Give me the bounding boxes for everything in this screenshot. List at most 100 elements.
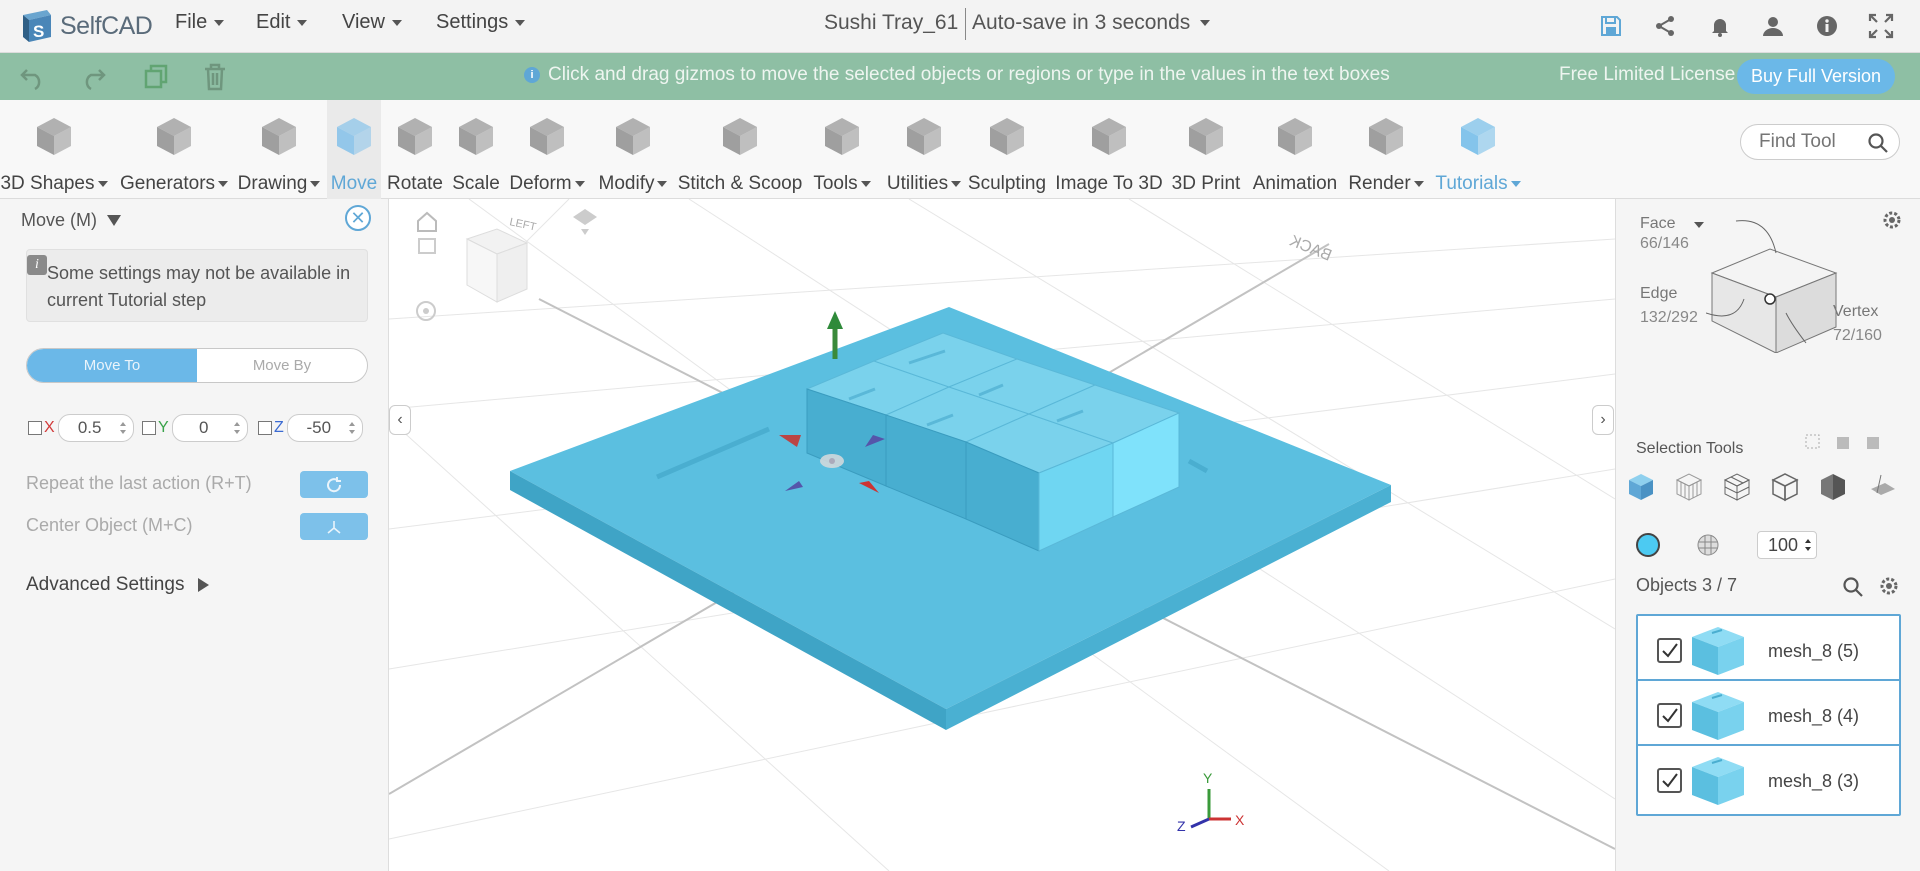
- tool-rotate[interactable]: Rotate: [385, 100, 445, 199]
- object-list-item[interactable]: mesh_8 (5): [1636, 614, 1901, 686]
- triangle-right-icon: [198, 578, 210, 592]
- texture-icon[interactable]: [1696, 533, 1720, 562]
- tool-label: Scale: [452, 173, 500, 194]
- user-icon[interactable]: [1759, 12, 1787, 40]
- menu-edit[interactable]: Edit: [256, 11, 308, 34]
- object-list-item[interactable]: mesh_8 (3): [1636, 744, 1901, 816]
- collapse-right-panel-button[interactable]: ›: [1592, 405, 1614, 435]
- tool-3d-shapes[interactable]: 3D Shapes: [0, 100, 108, 199]
- object-visibility-checkbox[interactable]: [1657, 768, 1682, 793]
- objects-count: Objects 3 / 7: [1636, 575, 1738, 595]
- z-lock-checkbox[interactable]: [258, 421, 272, 435]
- tool-tools[interactable]: Tools: [809, 100, 875, 199]
- undo-icon[interactable]: [18, 62, 48, 92]
- animation-icon: [1267, 108, 1323, 164]
- object-thumbnail: [1692, 757, 1744, 805]
- tool-sculpting[interactable]: Sculpting: [965, 100, 1049, 199]
- edge-select-icon[interactable]: [1720, 470, 1754, 504]
- menu-file[interactable]: File: [175, 11, 225, 34]
- search-objects-icon[interactable]: [1842, 576, 1864, 603]
- y-value-input[interactable]: 0: [171, 414, 248, 442]
- opacity-input[interactable]: 100: [1757, 531, 1817, 559]
- tool-move[interactable]: Move: [327, 100, 381, 199]
- close-panel-button[interactable]: ✕: [345, 205, 371, 231]
- scene-canvas[interactable]: BACK LEFT Y X Z: [389, 199, 1615, 871]
- selection-panel: Face 66/146 Edge 132/292 Vertex 72/160 S…: [1615, 199, 1920, 871]
- x-lock-checkbox[interactable]: [28, 421, 42, 435]
- spinner-icon[interactable]: [1804, 537, 1812, 553]
- gear-icon[interactable]: [1881, 209, 1903, 236]
- spinner-icon[interactable]: [348, 420, 356, 436]
- tool-animation[interactable]: Animation: [1247, 100, 1343, 199]
- utilities-icon: [896, 108, 952, 164]
- chevron-down-icon: [297, 19, 308, 26]
- bell-icon[interactable]: [1706, 12, 1734, 40]
- move-to-tab[interactable]: Move To: [27, 349, 197, 382]
- tool-modify[interactable]: Modify: [596, 100, 670, 199]
- tool-drawing[interactable]: Drawing: [237, 100, 321, 199]
- spinner-icon[interactable]: [233, 420, 241, 436]
- objects-gear-icon[interactable]: [1878, 575, 1900, 602]
- tool-scale[interactable]: Scale: [451, 100, 501, 199]
- share-icon[interactable]: [1651, 12, 1679, 40]
- z-value-input[interactable]: -50: [286, 414, 363, 442]
- checkmark-icon: [1662, 643, 1678, 658]
- tool-deform[interactable]: Deform: [506, 100, 588, 199]
- box-select-icon[interactable]: [1804, 433, 1822, 451]
- object-visibility-checkbox[interactable]: [1657, 703, 1682, 728]
- tool-utilities[interactable]: Utilities: [887, 100, 962, 199]
- color-swatch[interactable]: [1636, 533, 1660, 557]
- 3d-viewport[interactable]: BACK LEFT Y X Z ‹ ›: [389, 199, 1615, 871]
- tool-generators[interactable]: Generators: [118, 100, 230, 199]
- view-cube[interactable]: LEFT: [465, 216, 537, 303]
- chevron-right-icon: ›: [1600, 411, 1606, 428]
- mesh-select-icon[interactable]: [1672, 470, 1706, 504]
- face-select-icon[interactable]: [1816, 470, 1850, 504]
- repeat-action-button[interactable]: [300, 471, 368, 498]
- buy-full-version-button[interactable]: Buy Full Version: [1737, 59, 1895, 94]
- copy-icon[interactable]: [141, 62, 171, 92]
- menu-file-label: File: [175, 11, 208, 33]
- find-tool-search[interactable]: [1740, 124, 1900, 160]
- menu-settings[interactable]: Settings: [436, 11, 526, 34]
- redo-icon[interactable]: [78, 62, 108, 92]
- plane-select-icon[interactable]: [1866, 470, 1900, 504]
- tool-render[interactable]: Render: [1348, 100, 1424, 199]
- document-title[interactable]: Sushi Tray_61: [824, 11, 958, 35]
- orbit-icon[interactable]: [416, 301, 436, 321]
- spinner-icon[interactable]: [119, 420, 127, 436]
- save-icon[interactable]: [1597, 12, 1625, 40]
- collapse-left-panel-button[interactable]: ‹: [389, 405, 411, 435]
- tool-tutorials[interactable]: Tutorials: [1433, 100, 1523, 199]
- info-icon[interactable]: [1813, 12, 1841, 40]
- scale-icon: [448, 108, 504, 164]
- panel-title[interactable]: Move (M): [21, 210, 121, 231]
- x-value-input[interactable]: 0.5: [57, 414, 134, 442]
- vertex-select-icon[interactable]: [1768, 470, 1802, 504]
- fullscreen-icon[interactable]: [1867, 12, 1895, 40]
- perspective-icon[interactable]: [573, 209, 597, 235]
- object-list-item[interactable]: mesh_8 (4): [1636, 679, 1901, 751]
- fit-view-icon[interactable]: [418, 238, 436, 254]
- selfcad-logo[interactable]: S SelfCAD: [20, 6, 153, 46]
- y-lock-checkbox[interactable]: [142, 421, 156, 435]
- advanced-settings-toggle[interactable]: Advanced Settings: [26, 574, 210, 596]
- 3d-print-icon: [1178, 108, 1234, 164]
- search-icon[interactable]: [1867, 132, 1889, 154]
- tool-stitch-scoop[interactable]: Stitch & Scoop: [677, 100, 803, 199]
- cube-select-icon[interactable]: [1834, 433, 1852, 451]
- home-icon[interactable]: [417, 211, 437, 232]
- menu-view[interactable]: View: [342, 11, 402, 34]
- autosave-dropdown[interactable]: Auto-save in 3 seconds: [972, 11, 1211, 35]
- tool-label: 3D Shapes: [0, 173, 95, 194]
- cube-select-all-icon[interactable]: [1864, 433, 1882, 451]
- delete-icon[interactable]: [200, 62, 230, 92]
- center-object-button[interactable]: [300, 513, 368, 540]
- tool-image-to-3d[interactable]: Image To 3D: [1053, 100, 1165, 199]
- move-by-tab[interactable]: Move By: [197, 349, 367, 382]
- face-mode-dropdown[interactable]: Face: [1640, 215, 1705, 233]
- find-tool-input[interactable]: [1759, 131, 1859, 153]
- object-select-icon[interactable]: [1624, 470, 1658, 504]
- tool-3d-print[interactable]: 3D Print: [1170, 100, 1242, 199]
- object-visibility-checkbox[interactable]: [1657, 638, 1682, 663]
